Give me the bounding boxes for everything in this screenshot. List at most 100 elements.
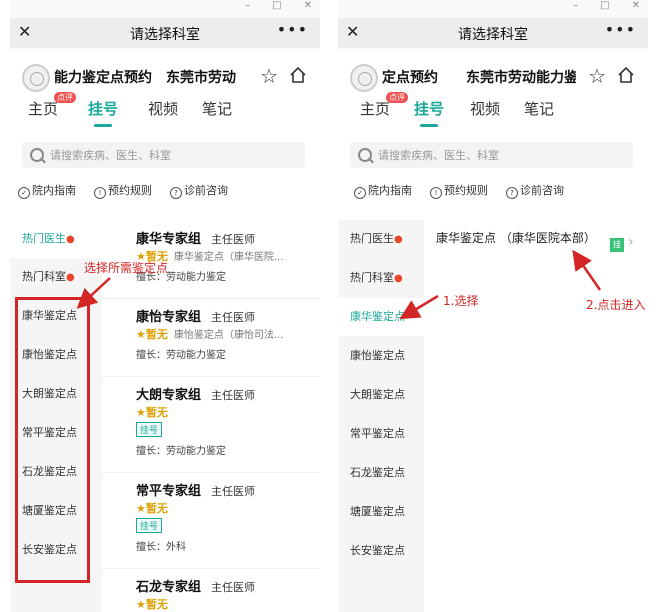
home-icon[interactable] — [288, 65, 308, 85]
title-bar: ✕ 请选择科室 ••• — [10, 18, 320, 48]
minimize-icon[interactable]: – — [573, 0, 578, 14]
doctor-title: 主任医师 — [211, 311, 256, 324]
sidebar-item[interactable]: 康华鉴定点 — [338, 298, 430, 336]
org-name-secondary: 东莞市劳动能力鉴 — [466, 70, 576, 86]
guide-icon: ✓ — [18, 187, 30, 199]
favorite-star-icon[interactable]: ☆ — [588, 64, 606, 88]
org-header: 定点预约 东莞市劳动能力鉴 ☆ — [338, 62, 648, 92]
window-close-icon[interactable]: ✕ — [632, 0, 640, 14]
guide-icon: ✓ — [354, 187, 366, 199]
doctor-card[interactable]: 大朗专家组 主任医师 ★暂无 挂号 擅长：劳动能力鉴定 — [102, 376, 320, 473]
fire-icon: ● — [394, 234, 403, 245]
sidebar-item[interactable]: 热门医生● — [10, 220, 102, 258]
fire-icon: ● — [66, 234, 75, 245]
doctor-specialty: 擅长：劳动能力鉴定 — [136, 446, 226, 457]
org-logo — [350, 64, 378, 92]
rating-star-icon: ★ — [136, 598, 146, 611]
window-close-icon[interactable]: ✕ — [304, 0, 312, 14]
doctor-name: 石龙专家组 — [136, 580, 202, 595]
guide-link[interactable]: ✓ 院内指南 — [354, 182, 412, 199]
doctor-rating: 暂无 — [145, 502, 168, 515]
tab-bar: 主页 点评 挂号 视频 笔记 — [20, 92, 310, 128]
review-badge: 点评 — [386, 92, 408, 103]
tab-notes[interactable]: 笔记 — [524, 98, 554, 119]
doctor-title: 主任医师 — [211, 485, 256, 498]
tab-label: 主页 — [28, 100, 59, 118]
search-input[interactable]: 请搜索疾病、医生、科室 — [22, 142, 305, 168]
sidebar-item[interactable]: 康怡鉴定点 — [338, 337, 430, 375]
tab-label: 主页 — [360, 100, 391, 118]
doctor-name: 康华专家组 — [136, 232, 202, 247]
doctor-rating: 暂无 — [145, 406, 168, 419]
home-icon[interactable] — [616, 65, 636, 85]
rules-link[interactable]: ! 预约规则 — [430, 182, 488, 199]
tab-label: 视频 — [470, 100, 501, 118]
doctor-name: 康怡专家组 — [136, 310, 202, 325]
info-icon: ! — [430, 187, 442, 199]
highlight-box — [15, 297, 90, 583]
register-tag: 挂号 — [136, 518, 163, 533]
tab-notes[interactable]: 笔记 — [202, 98, 232, 119]
org-header: 能力鉴定点预约 东莞市劳动 ☆ — [10, 62, 320, 92]
search-icon — [358, 148, 372, 162]
annotation-step-1: 1.选择 — [443, 294, 479, 308]
tab-video[interactable]: 视频 — [470, 98, 500, 119]
sidebar-item[interactable]: 常平鉴定点 — [338, 415, 430, 453]
tab-register[interactable]: 挂号 — [414, 98, 445, 127]
maximize-icon[interactable]: □ — [272, 0, 281, 14]
doctor-name: 大朗专家组 — [136, 388, 202, 403]
search-placeholder: 请搜索疾病、医生、科室 — [378, 149, 499, 162]
tab-label: 挂号 — [414, 100, 445, 118]
title-bar: ✕ 请选择科室 ••• — [338, 18, 648, 48]
doctor-card[interactable]: 石龙专家组 主任医师 ★暂无 — [102, 568, 320, 612]
org-logo — [22, 64, 50, 92]
rating-star-icon: ★ — [136, 502, 146, 515]
tab-bar: 主页 点评 挂号 视频 笔记 — [348, 92, 638, 128]
review-badge: 点评 — [54, 92, 76, 103]
org-name: 能力鉴定点预约 — [54, 70, 152, 86]
search-input[interactable]: 请搜索疾病、医生、科室 — [350, 142, 633, 168]
window-controls: – □ ✕ — [573, 0, 640, 14]
question-icon: ? — [506, 187, 518, 199]
tab-home[interactable]: 主页 点评 — [360, 92, 408, 119]
page-content: 定点预约 东莞市劳动能力鉴 ☆ 主页 点评 挂号 视频 笔记 请搜索疾病、医生、… — [338, 52, 648, 612]
tab-register[interactable]: 挂号 — [88, 98, 119, 127]
sidebar-item[interactable]: 石龙鉴定点 — [338, 454, 430, 492]
info-icon: ! — [94, 187, 106, 199]
rating-star-icon: ★ — [136, 328, 146, 341]
rules-link[interactable]: ! 预约规则 — [94, 182, 152, 199]
consult-link[interactable]: ? 诊前咨询 — [506, 182, 564, 199]
more-icon[interactable]: ••• — [605, 20, 636, 39]
org-name-secondary: 东莞市劳动 — [166, 70, 236, 86]
doctor-org: 康怡鉴定点（康怡司法... — [173, 330, 284, 341]
minimize-icon[interactable]: – — [245, 0, 250, 14]
tab-video[interactable]: 视频 — [148, 98, 178, 119]
question-icon: ? — [170, 187, 182, 199]
sidebar-item[interactable]: 大朗鉴定点 — [338, 376, 430, 414]
sidebar-item[interactable]: 长安鉴定点 — [338, 532, 430, 570]
sidebar-item[interactable]: 热门科室● — [338, 259, 430, 297]
department-sidebar: 热门医生● 热门科室● 康华鉴定点 康怡鉴定点 大朗鉴定点 常平鉴定点 石龙鉴定… — [338, 220, 430, 612]
search-icon — [30, 148, 44, 162]
register-tag: 挂 — [610, 238, 624, 252]
tab-label: 挂号 — [88, 100, 119, 118]
tab-label: 视频 — [148, 100, 179, 118]
doctor-card[interactable]: 康怡专家组 主任医师 ★暂无 康怡鉴定点（康怡司法... 擅长：劳动能力鉴定 — [102, 298, 320, 377]
register-tag: 挂号 — [136, 422, 163, 437]
org-name: 定点预约 — [382, 70, 438, 86]
consult-link[interactable]: ? 诊前咨询 — [170, 182, 228, 199]
sidebar-item[interactable]: 塘厦鉴定点 — [338, 493, 430, 531]
guide-link[interactable]: ✓ 院内指南 — [18, 182, 76, 199]
favorite-star-icon[interactable]: ☆ — [260, 64, 278, 88]
fire-icon: ● — [66, 272, 75, 283]
rating-star-icon: ★ — [136, 406, 146, 419]
doctor-list: 康华专家组 主任医师 ★暂无 康华鉴定点（康华医院... 擅长：劳动能力鉴定 康怡专… — [102, 220, 320, 612]
doctor-card[interactable]: 常平专家组 主任医师 ★暂无 挂号 擅长：外科 — [102, 472, 320, 569]
sidebar-item[interactable]: 热门医生● — [338, 220, 430, 258]
more-icon[interactable]: ••• — [277, 20, 308, 39]
tab-home[interactable]: 主页 点评 — [28, 92, 76, 119]
location-item[interactable]: 康华鉴定点 （康华医院本部） 挂 › — [430, 220, 648, 280]
page-title: 请选择科室 — [130, 27, 200, 43]
doctor-title: 主任医师 — [211, 581, 256, 594]
maximize-icon[interactable]: □ — [600, 0, 609, 14]
